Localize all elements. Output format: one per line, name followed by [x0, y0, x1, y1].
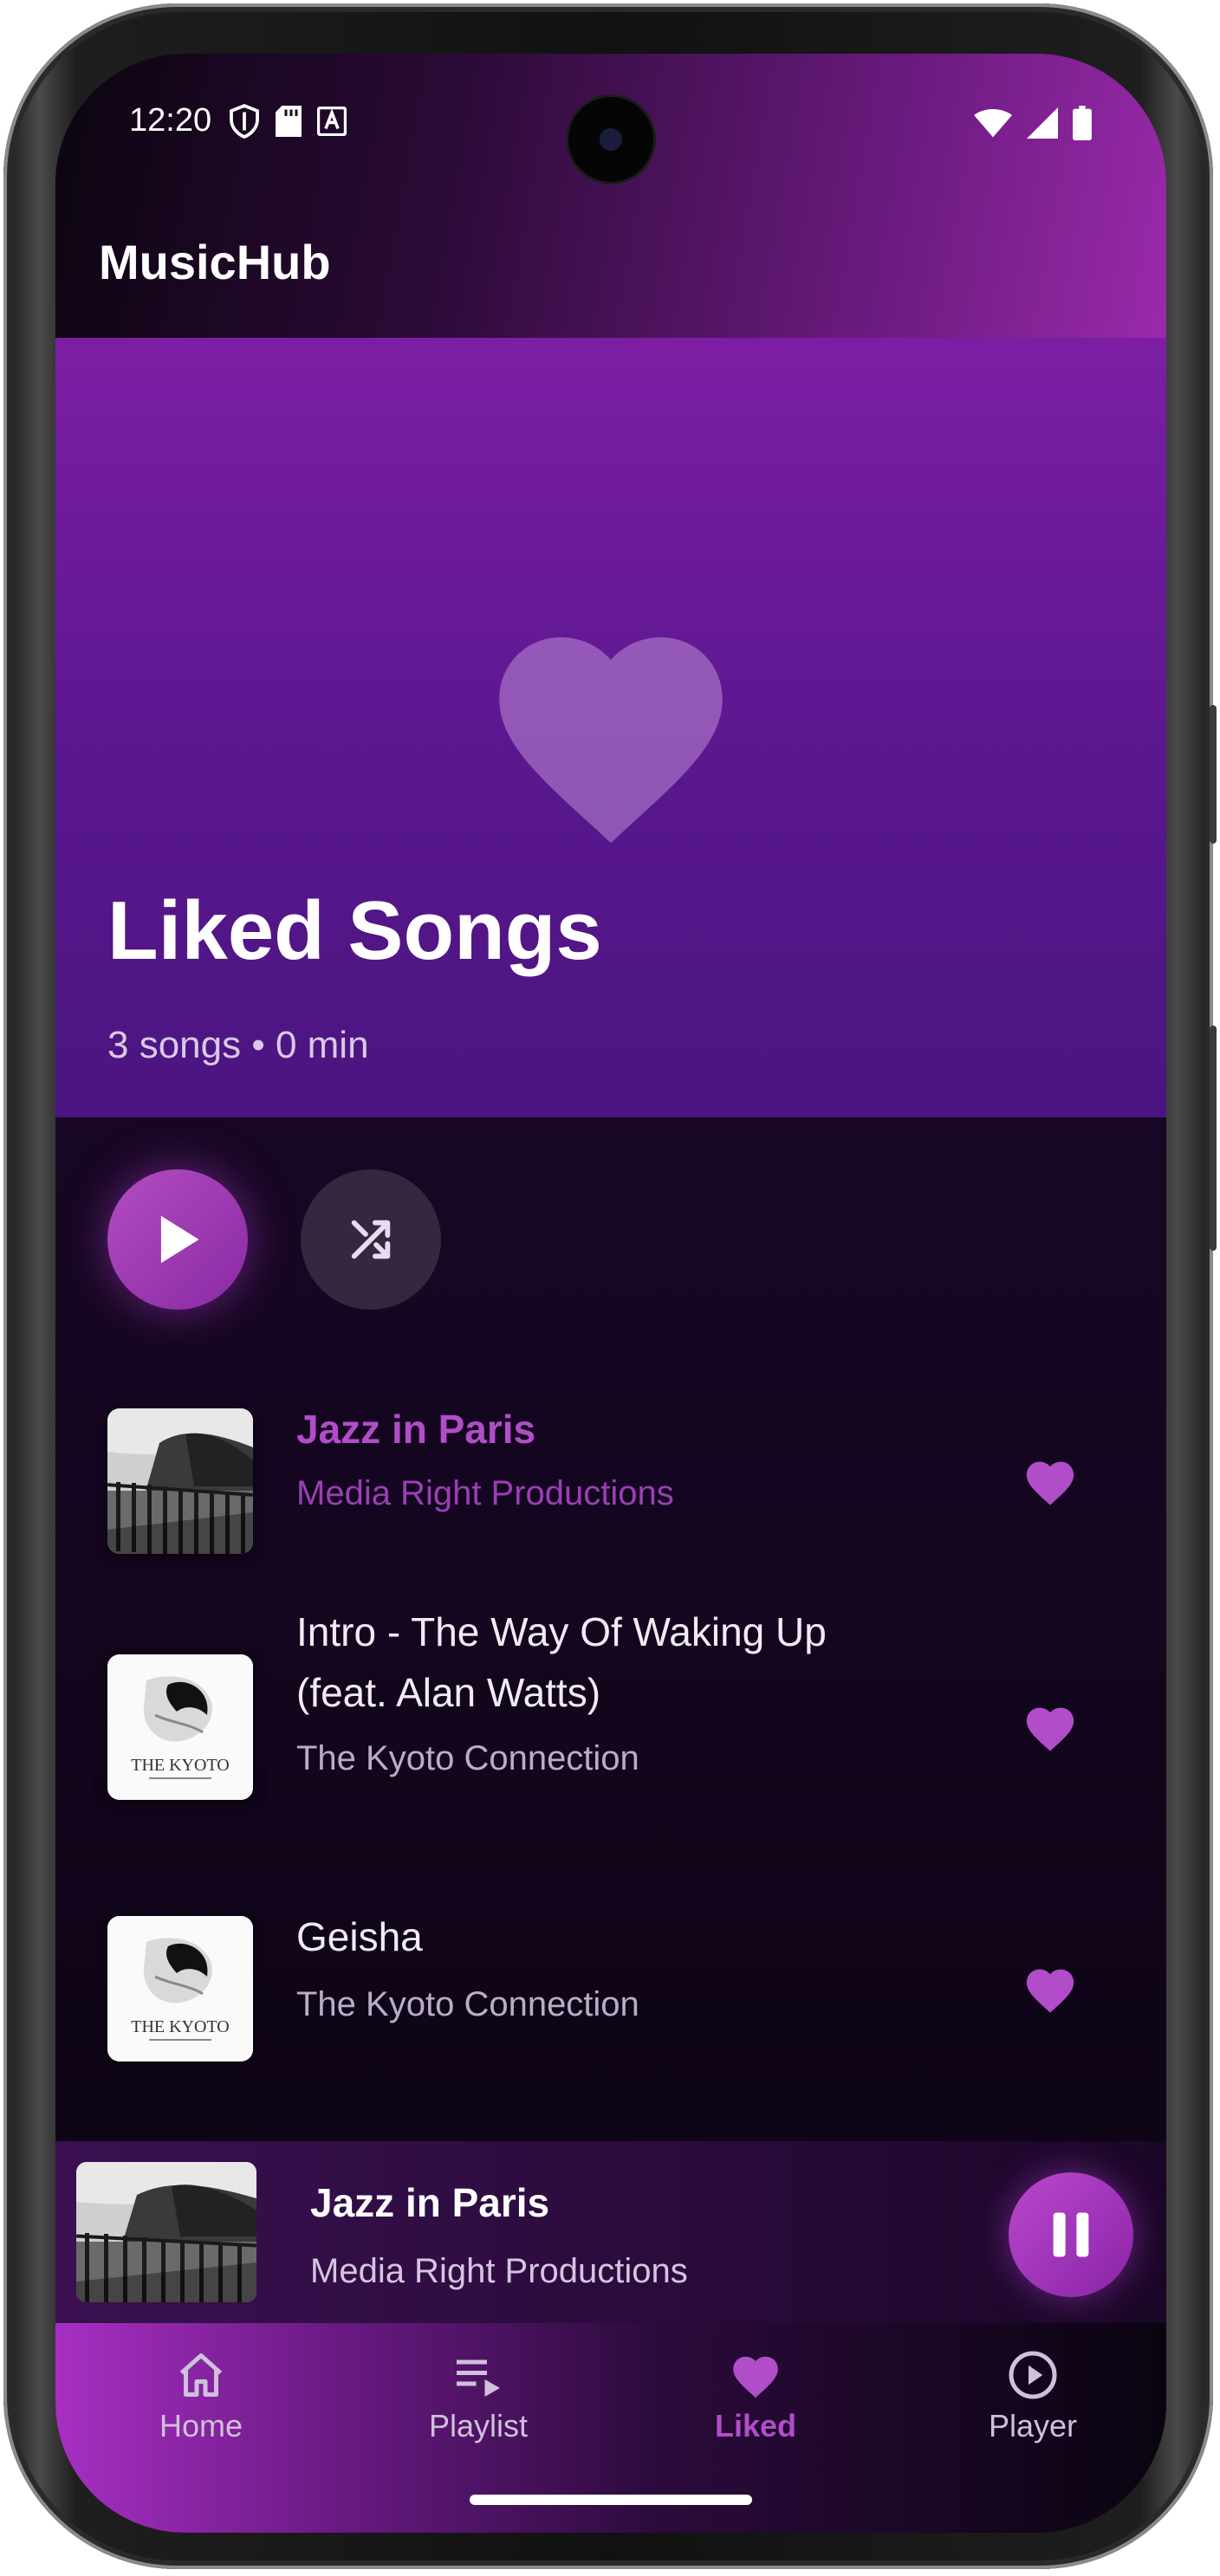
- album-art: THE KYOTO: [107, 1654, 253, 1800]
- phone-frame: 12:20 MusicHub Liked Songs 3 songs • 0 m…: [3, 3, 1217, 2569]
- shield-icon: [230, 104, 259, 139]
- play-circle-icon: [1009, 2351, 1057, 2399]
- power-button: [1210, 1026, 1217, 1251]
- kyoto-album-cover: THE KYOTO: [107, 1916, 253, 2061]
- now-playing-title: Jazz in Paris: [310, 2180, 550, 2225]
- battery-icon: [1073, 106, 1092, 140]
- signal-icon: [1027, 107, 1058, 139]
- album-art: THE KYOTO: [107, 1916, 253, 2061]
- app-title: MusicHub: [99, 235, 331, 289]
- play-icon: [160, 1215, 199, 1264]
- shuffle-icon: [351, 1220, 391, 1259]
- keyboard-a-icon: [317, 107, 347, 136]
- heart-icon: [733, 2356, 778, 2398]
- nav-home[interactable]: Home: [97, 2349, 305, 2453]
- nav-label: Player: [988, 2408, 1078, 2443]
- page-title: Liked Songs: [107, 884, 602, 977]
- song-title: Geisha: [296, 1914, 423, 1959]
- album-cover-lettering: THE KYOTO: [131, 2017, 230, 2036]
- home-indicator[interactable]: [470, 2495, 752, 2505]
- album-art: [76, 2162, 256, 2302]
- kyoto-album-cover: THE KYOTO: [107, 1654, 253, 1800]
- home-icon: [179, 2353, 223, 2397]
- coastal-fence-photo: [107, 1408, 253, 1554]
- nav-label: Home: [159, 2408, 243, 2443]
- song-title-line-2: (feat. Alan Watts): [296, 1670, 601, 1715]
- song-title: Jazz in Paris: [296, 1407, 536, 1452]
- nav-label: Liked: [714, 2408, 797, 2443]
- nav-label: Playlist: [428, 2408, 529, 2443]
- nav-playlist[interactable]: Playlist: [374, 2349, 582, 2453]
- heart-icon: [499, 637, 723, 844]
- song-artist: Media Right Productions: [296, 1474, 674, 1512]
- nav-player[interactable]: Player: [929, 2349, 1137, 2453]
- now-playing-artist: Media Right Productions: [310, 2252, 688, 2290]
- pause-icon: [1053, 2212, 1089, 2257]
- top-app-bar: 12:20 MusicHub: [55, 54, 1166, 338]
- play-all-button[interactable]: [107, 1169, 248, 1310]
- heart-icon[interactable]: [1022, 1702, 1078, 1752]
- album-art: [107, 1408, 253, 1554]
- screen: 12:20 MusicHub Liked Songs 3 songs • 0 m…: [55, 54, 1166, 2533]
- status-icons-left: [229, 104, 347, 139]
- song-artist: The Kyoto Connection: [296, 1985, 639, 2023]
- mini-player[interactable]: Jazz in Paris Media Right Productions: [55, 2141, 1166, 2323]
- heart-icon[interactable]: [1022, 1456, 1078, 1506]
- sd-card-icon: [276, 106, 302, 137]
- song-count-duration: 3 songs • 0 min: [107, 1024, 369, 1066]
- volume-button: [1210, 705, 1217, 844]
- playlist-icon: [457, 2359, 500, 2397]
- status-time: 12:20: [129, 102, 212, 139]
- nav-liked[interactable]: Liked: [652, 2349, 860, 2453]
- list-item[interactable]: THE KYOTO Intro - The Way Of Waking Up (…: [55, 1594, 1166, 1854]
- list-item[interactable]: Jazz in Paris Media Right Productions: [55, 1377, 1166, 1585]
- status-icons-right: [974, 106, 1092, 140]
- liked-songs-header: Liked Songs 3 songs • 0 min: [55, 338, 1166, 1117]
- wifi-icon: [974, 108, 1012, 138]
- pause-button[interactable]: [1009, 2172, 1133, 2297]
- song-artist: The Kyoto Connection: [296, 1739, 639, 1777]
- coastal-fence-photo: [76, 2162, 256, 2302]
- playback-controls: [55, 1117, 1166, 1377]
- song-title-line-1: Intro - The Way Of Waking Up: [296, 1609, 827, 1654]
- front-camera: [568, 97, 653, 182]
- shuffle-button[interactable]: [301, 1169, 441, 1310]
- heart-icon[interactable]: [1022, 1964, 1078, 2014]
- album-cover-lettering: THE KYOTO: [131, 1756, 230, 1775]
- list-item[interactable]: THE KYOTO Geisha The Kyoto Connection: [55, 1885, 1166, 2093]
